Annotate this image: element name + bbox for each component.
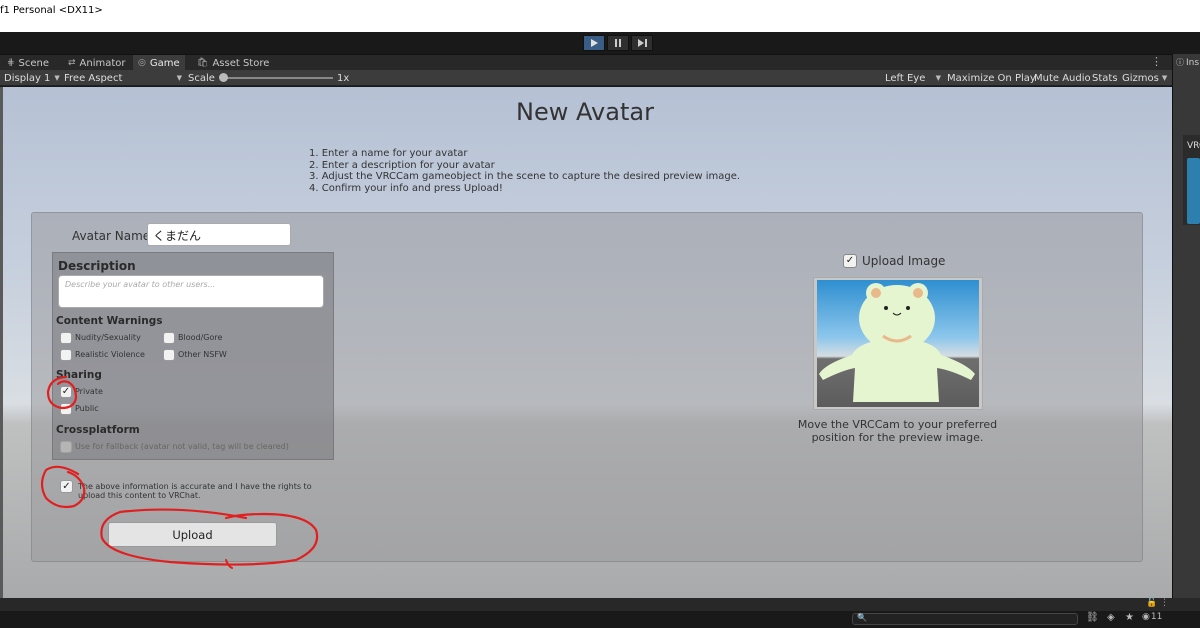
instructions-list: 1. Enter a name for your avatar 2. Enter…	[309, 148, 740, 194]
pause-icon	[615, 39, 621, 47]
eye-slash-icon: ◉	[1142, 612, 1150, 622]
gizmos-label: Gizmos	[1122, 72, 1159, 84]
editor-tab-bar: ⋕ Scene ⇄ Animator ◎ Game 🛍 Asset Store	[0, 54, 1172, 71]
instruction-item: 4. Confirm your info and press Upload!	[309, 182, 503, 194]
other-nsfw-label: Other NSFW	[178, 350, 227, 359]
play-button[interactable]	[583, 35, 605, 51]
scale-value: 1x	[337, 72, 350, 84]
violence-label: Realistic Violence	[75, 350, 145, 359]
lock-icon[interactable]: 🔓	[1146, 598, 1157, 608]
tab-inspector-label: Ins	[1186, 57, 1200, 68]
chevron-down-icon: ▼	[176, 74, 182, 82]
checkmark-icon: ✓	[61, 386, 71, 397]
display-label: Display 1	[4, 72, 51, 84]
filter-icon[interactable]: ⛓	[1086, 612, 1099, 623]
upload-image-label: Upload Image	[862, 254, 946, 268]
shopping-bag-icon: 🛍	[197, 58, 209, 68]
eye-label: Left Eye	[885, 72, 926, 84]
agreement-checkbox[interactable]: ✓	[60, 480, 73, 493]
search-icon: 🔍	[857, 613, 867, 622]
gizmos-dropdown[interactable]: Gizmos ▼	[1119, 71, 1170, 85]
other-nsfw-checkbox[interactable]	[163, 349, 175, 361]
instruction-item: 1. Enter a name for your avatar	[309, 148, 468, 159]
nudity-checkbox[interactable]	[60, 332, 72, 344]
crossplatform-label: Crossplatform	[56, 424, 140, 436]
tab-scene[interactable]: ⋕ Scene	[2, 55, 54, 71]
checkmark-icon: ✓	[62, 480, 71, 492]
step-button[interactable]	[631, 35, 653, 51]
tag-icon[interactable]: ◈	[1107, 612, 1115, 623]
avatar-preview-image	[817, 280, 979, 407]
description-input[interactable]: Describe your avatar to other users...	[58, 275, 324, 308]
bear-avatar-image	[817, 280, 979, 407]
visibility-toggle[interactable]: ◉ 11	[1142, 612, 1162, 622]
scale-slider-handle[interactable]	[219, 73, 228, 82]
mute-audio-button[interactable]: Mute Audio	[1031, 71, 1094, 85]
public-checkbox[interactable]	[60, 403, 72, 415]
gamepad-icon: ◎	[138, 58, 146, 68]
pause-button[interactable]	[607, 35, 629, 51]
chevron-down-icon: ▼	[54, 74, 60, 82]
instruction-item: 2. Enter a description for your avatar	[309, 159, 495, 171]
step-icon	[637, 39, 647, 47]
bottom-tab-bar	[0, 598, 1200, 611]
scale-slider-track[interactable]	[225, 77, 333, 79]
fallback-label: Use for Fallback (avatar not valid, tag …	[75, 442, 289, 451]
fallback-checkbox[interactable]	[60, 441, 72, 453]
tab-scene-label: Scene	[18, 57, 50, 69]
tab-asset-store[interactable]: 🛍 Asset Store	[192, 55, 274, 71]
tab-animator[interactable]: ⇄ Animator	[63, 55, 131, 71]
instruction-item: 3. Adjust the VRCCam gameobject in the s…	[309, 171, 741, 182]
agreement-text: The above information is accurate and I …	[78, 482, 312, 500]
checkmark-icon: ✓	[845, 255, 855, 266]
display-dropdown[interactable]: Display 1 ▼	[4, 71, 60, 85]
private-label: Private	[75, 387, 103, 396]
layer-count: 11	[1150, 612, 1163, 622]
blood-gore-label: Blood/Gore	[178, 333, 223, 342]
aspect-label: Free Aspect	[64, 72, 123, 84]
stats-button[interactable]: Stats	[1089, 71, 1121, 85]
upload-button[interactable]: Upload	[108, 522, 277, 547]
tab-menu-icon[interactable]: ⋮	[1151, 55, 1162, 68]
nudity-label: Nudity/Sexuality	[75, 333, 141, 342]
grid-icon: ⋕	[7, 58, 15, 68]
play-icon	[591, 39, 598, 47]
eye-dropdown[interactable]: Left Eye ▼	[885, 71, 941, 85]
animator-icon: ⇄	[68, 58, 76, 68]
tab-animator-label: Animator	[79, 57, 126, 69]
search-input[interactable]: 🔍	[852, 613, 1078, 625]
scale-label: Scale	[188, 72, 215, 84]
inspector-section-label: VRC	[1187, 141, 1200, 151]
public-label: Public	[75, 404, 99, 413]
star-icon[interactable]: ★	[1125, 612, 1134, 623]
inspector-thumbnail	[1187, 158, 1200, 224]
viewport-border	[0, 87, 3, 598]
aspect-dropdown[interactable]: Free Aspect ▼	[64, 71, 182, 85]
blood-gore-checkbox[interactable]	[163, 332, 175, 344]
content-warnings-label: Content Warnings	[56, 315, 163, 327]
description-label: Description	[58, 259, 136, 273]
private-checkbox[interactable]: ✓	[60, 386, 72, 398]
tab-game[interactable]: ◎ Game	[133, 55, 185, 71]
violence-checkbox[interactable]	[60, 349, 72, 361]
chevron-down-icon: ▼	[1161, 74, 1168, 82]
avatar-name-label: Avatar Name	[72, 229, 151, 243]
window-title-bar: f1 Personal <DX11>	[0, 0, 1200, 32]
menu-icon[interactable]: ⋮	[1160, 598, 1169, 608]
window-title: f1 Personal <DX11>	[0, 5, 103, 16]
info-icon: ⓘ	[1176, 58, 1184, 67]
avatar-name-input[interactable]: くまだん	[147, 223, 291, 246]
tab-inspector[interactable]: ⓘ Ins	[1176, 57, 1199, 68]
tab-game-label: Game	[149, 57, 180, 69]
tab-asset-store-label: Asset Store	[212, 57, 270, 69]
chevron-down-icon: ▼	[935, 74, 941, 82]
maximize-on-play-button[interactable]: Maximize On Play	[944, 71, 1039, 85]
page-title: New Avatar	[516, 98, 654, 126]
upload-image-checkbox[interactable]: ✓	[843, 254, 857, 268]
preview-caption: Move the VRCCam to your preferred positi…	[797, 418, 998, 444]
sharing-label: Sharing	[56, 369, 102, 381]
